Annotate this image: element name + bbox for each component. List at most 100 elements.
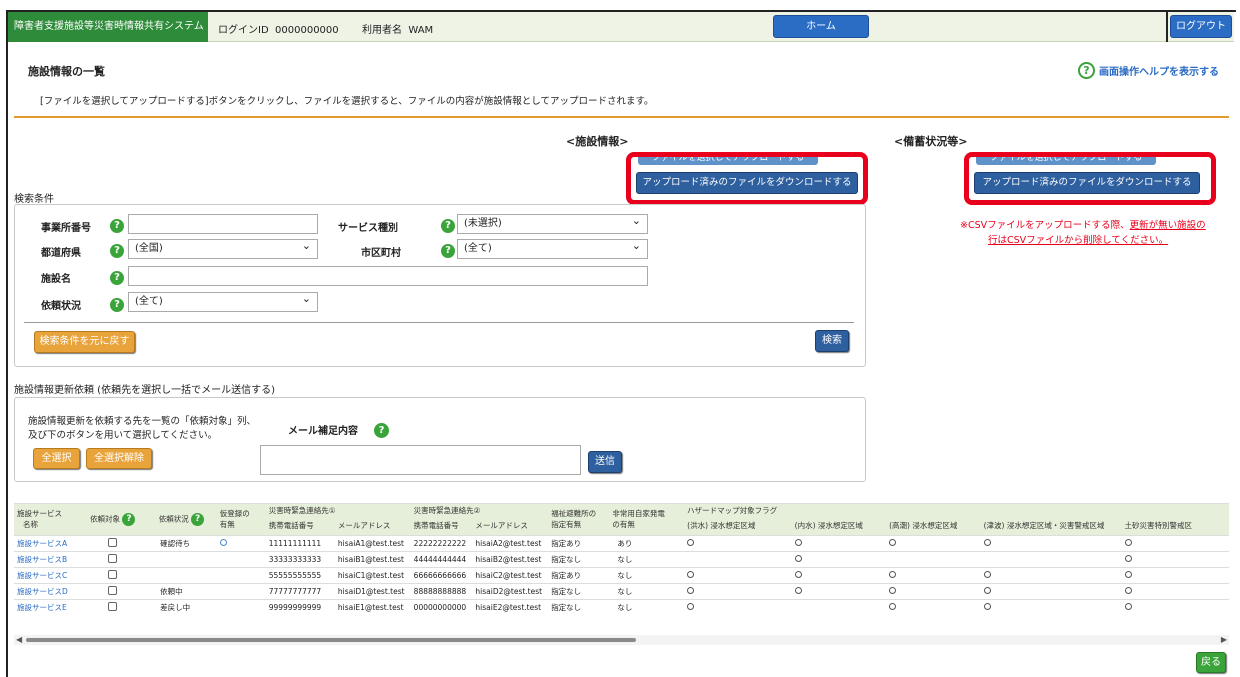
logout-button[interactable]: ログアウト [1170,15,1232,38]
office-number-label: 事業所番号 [41,223,91,234]
table-row: 施設サービスA 確認待ち 11111111111 hisaiA1@test.test 2… [14,534,1229,551]
help-icon[interactable]: ? [110,298,124,312]
user-name: 利用者名 WAM [362,25,434,36]
service-name-text[interactable]: 施設サービスA [17,539,67,548]
facility-table-wrap[interactable]: 施設サービス 名称 依頼対象 ? 依頼状況 ? 仮登録の 有無 災害時緊急連絡先① … [14,503,1229,633]
help-icon[interactable]: ? [441,244,455,258]
search-button[interactable]: 検索 [815,330,849,352]
panel-divider [24,322,854,323]
storm-cell [886,534,981,551]
help-icon[interactable]: ? [110,244,124,258]
flag-circle-icon [1124,602,1132,610]
help-icon[interactable]: ? [110,271,124,285]
service-name-text[interactable]: 施設サービスD [17,587,68,596]
service-name-link[interactable]: 施設サービスC [14,566,80,583]
th-welfare: 福祉避難所の 指定有無 [548,504,610,535]
request-status-cell: 依頼中 [146,582,217,599]
mail-supplement-label: メール補足内容 [288,426,358,437]
request-target-checkbox[interactable] [108,569,118,579]
flag-circle-icon [983,586,991,594]
provisional-cell [216,550,266,567]
system-title: 障害者支援施設等災害時情報共有システム [8,12,208,42]
request-target-checkbox[interactable] [108,537,118,547]
help-link[interactable]: ? 画面操作ヘルプを表示する [1078,62,1219,79]
help-icon[interactable]: ? [374,423,389,438]
phone1-cell: 55555555555 [265,566,335,583]
flood-cell [684,566,792,583]
flag-circle-icon [687,538,695,546]
mail-supplement-textarea[interactable] [260,445,581,475]
flag-circle-icon [687,570,695,578]
request-target-checkbox[interactable] [108,585,118,595]
stockpile-title: <備蓄状況等> [894,135,968,148]
service-name-link[interactable]: 施設サービスE [14,598,80,615]
flag-circle-icon [794,538,802,546]
email1-cell: hisaiB1@test.test [334,550,411,567]
help-icon[interactable]: ? [441,219,455,233]
storm-cell [886,550,981,567]
flag-circle-icon [983,602,991,610]
highlight-box [626,152,868,205]
th-contact2-group: 災害時緊急連絡先② [410,504,549,516]
inland-cell [791,598,887,615]
flag-circle-icon [794,554,802,562]
request-target-cell [79,566,147,583]
request-target-checkbox[interactable] [108,553,118,563]
th-flood: (洪水) 浸水想定区域 [684,516,792,535]
send-button[interactable]: 送信 [588,451,622,473]
scroll-left-icon[interactable]: ◀ [16,635,22,644]
request-target-checkbox[interactable] [108,601,118,611]
th-inland: (内水) 浸水想定区域 [791,516,887,535]
prefecture-select[interactable]: (全国) [128,237,318,259]
help-icon[interactable]: ? [122,512,136,526]
landslide-cell [1121,550,1229,567]
email2-cell: hisaiC2@test.test [472,566,549,583]
service-name-link[interactable]: 施設サービスA [14,534,80,551]
table-row: 施設サービスC 55555555555 hisaiC1@test.test 66666… [14,566,1229,583]
request-status-cell [146,550,217,567]
scroll-thumb[interactable] [26,638,636,642]
service-name-text[interactable]: 施設サービスE [17,603,67,612]
provisional-cell [216,598,266,615]
request-target-cell [79,582,147,599]
email2-cell: hisaiE2@test.test [472,598,549,615]
tsunami-cell [980,598,1122,615]
horizontal-scrollbar[interactable]: ◀ ▶ [14,635,1229,645]
scroll-right-icon[interactable]: ▶ [1221,635,1227,644]
table-row: 施設サービスD 依頼中 77777777777 hisaiD1@test.test 88… [14,582,1229,599]
storm-cell [886,582,981,599]
request-target-cell [79,550,147,567]
help-icon[interactable]: ? [191,512,205,526]
city-select[interactable]: (全て) [457,237,648,259]
reset-search-button[interactable]: 検索条件を元に戻す [34,331,135,353]
provisional-cell [216,582,266,599]
city-label: 市区町村 [361,248,401,259]
storm-cell [886,598,981,615]
back-button[interactable]: 戻る [1196,652,1226,673]
select-all-button[interactable]: 全選択 [33,448,80,469]
tsunami-cell [980,566,1122,583]
login-id: ログインID 0000000000 [218,25,339,36]
email1-cell: hisaiC1@test.test [334,566,411,583]
provisional-circle-icon [219,538,227,546]
request-target-cell [79,598,147,615]
office-number-input[interactable] [128,214,318,234]
service-name-link[interactable]: 施設サービスD [14,582,80,599]
flag-circle-icon [1124,570,1132,578]
storm-cell [886,566,981,583]
deselect-all-button[interactable]: 全選択解除 [86,448,152,469]
help-icon[interactable]: ? [110,219,124,233]
flag-circle-icon [889,538,897,546]
service-type-select[interactable]: (未選択) [457,212,648,234]
flag-circle-icon [1124,538,1132,546]
home-button[interactable]: ホーム [773,15,869,38]
request-status-select[interactable]: (全て) [128,290,318,312]
service-name-link[interactable]: 施設サービスB [14,550,80,567]
landslide-cell [1121,566,1229,583]
flag-circle-icon [687,602,695,610]
facility-name-input[interactable] [128,266,648,286]
service-name-text[interactable]: 施設サービスB [17,555,67,564]
flag-circle-icon [1124,554,1132,562]
flood-cell [684,598,792,615]
service-name-text[interactable]: 施設サービスC [17,571,67,580]
